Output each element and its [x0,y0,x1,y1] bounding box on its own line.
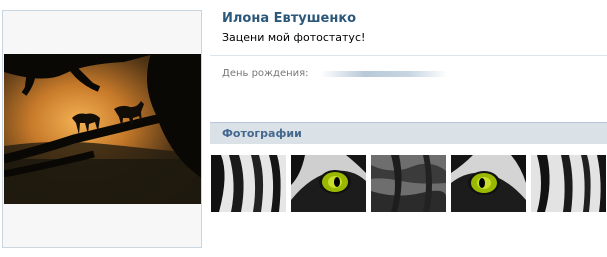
profile-name[interactable]: Илона Евтушенко [222,11,356,26]
divider [210,55,607,56]
birthday-label: День рождения: [222,68,309,79]
photos-section-title[interactable]: Фотографии [222,127,302,140]
avatar-photo[interactable] [4,54,201,204]
photo-thumbnail-4[interactable] [451,155,526,212]
photo-thumbnail-3[interactable] [371,155,446,212]
avatar-card [2,10,202,248]
photo-thumbnail-1[interactable] [211,155,286,212]
photo-thumbnails [211,155,607,212]
birthday-value-hidden [320,71,448,77]
photo-thumbnail-5[interactable] [531,155,606,212]
profile-status[interactable]: Зацени мой фотостатус! [222,31,365,44]
photos-section-header[interactable]: Фотографии [210,122,607,144]
photo-thumbnail-2[interactable] [291,155,366,212]
